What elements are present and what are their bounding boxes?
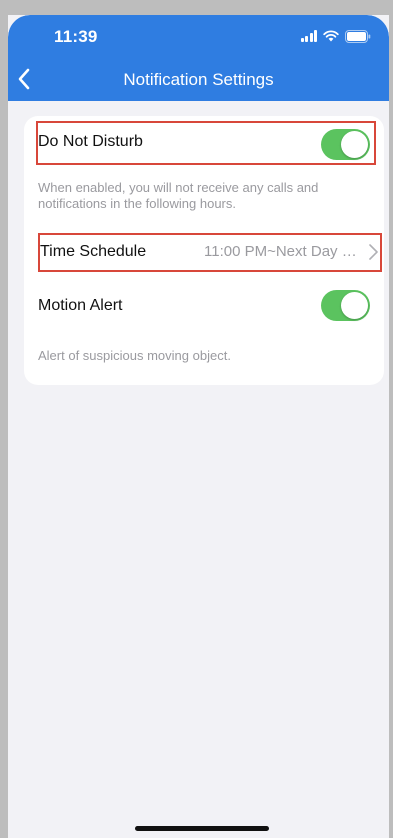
device-frame-right	[389, 0, 393, 838]
wifi-icon	[323, 30, 339, 42]
page-title: Notification Settings	[123, 70, 274, 89]
do-not-disturb-toggle[interactable]	[321, 129, 370, 160]
time-schedule-label: Time Schedule	[40, 243, 147, 260]
do-not-disturb-hint: When enabled, you will not receive any c…	[38, 180, 319, 211]
toggle-knob	[341, 131, 368, 158]
status-time: 11:39	[54, 27, 98, 46]
motion-alert-hint: Alert of suspicious moving object.	[38, 348, 231, 363]
time-schedule-value[interactable]: 11:00 PM~Next Day 7:...	[204, 243, 364, 260]
home-indicator	[135, 826, 269, 831]
do-not-disturb-label: Do Not Disturb	[38, 133, 143, 150]
device-frame-top	[0, 0, 393, 15]
motion-alert-toggle[interactable]	[321, 290, 370, 321]
chevron-right-icon[interactable]	[368, 242, 380, 262]
app-header: 11:39 Notification Settings	[8, 15, 389, 101]
motion-alert-label: Motion Alert	[38, 297, 123, 314]
phone-screen: 11:39 Notification Settings Do Not Distu…	[8, 15, 389, 838]
toggle-knob	[341, 292, 368, 319]
status-icons	[300, 29, 372, 43]
device-frame-left	[0, 0, 8, 838]
signal-icon	[300, 30, 317, 42]
battery-icon	[345, 29, 371, 43]
settings-card: Do Not Disturb When enabled, you will no…	[24, 116, 384, 385]
